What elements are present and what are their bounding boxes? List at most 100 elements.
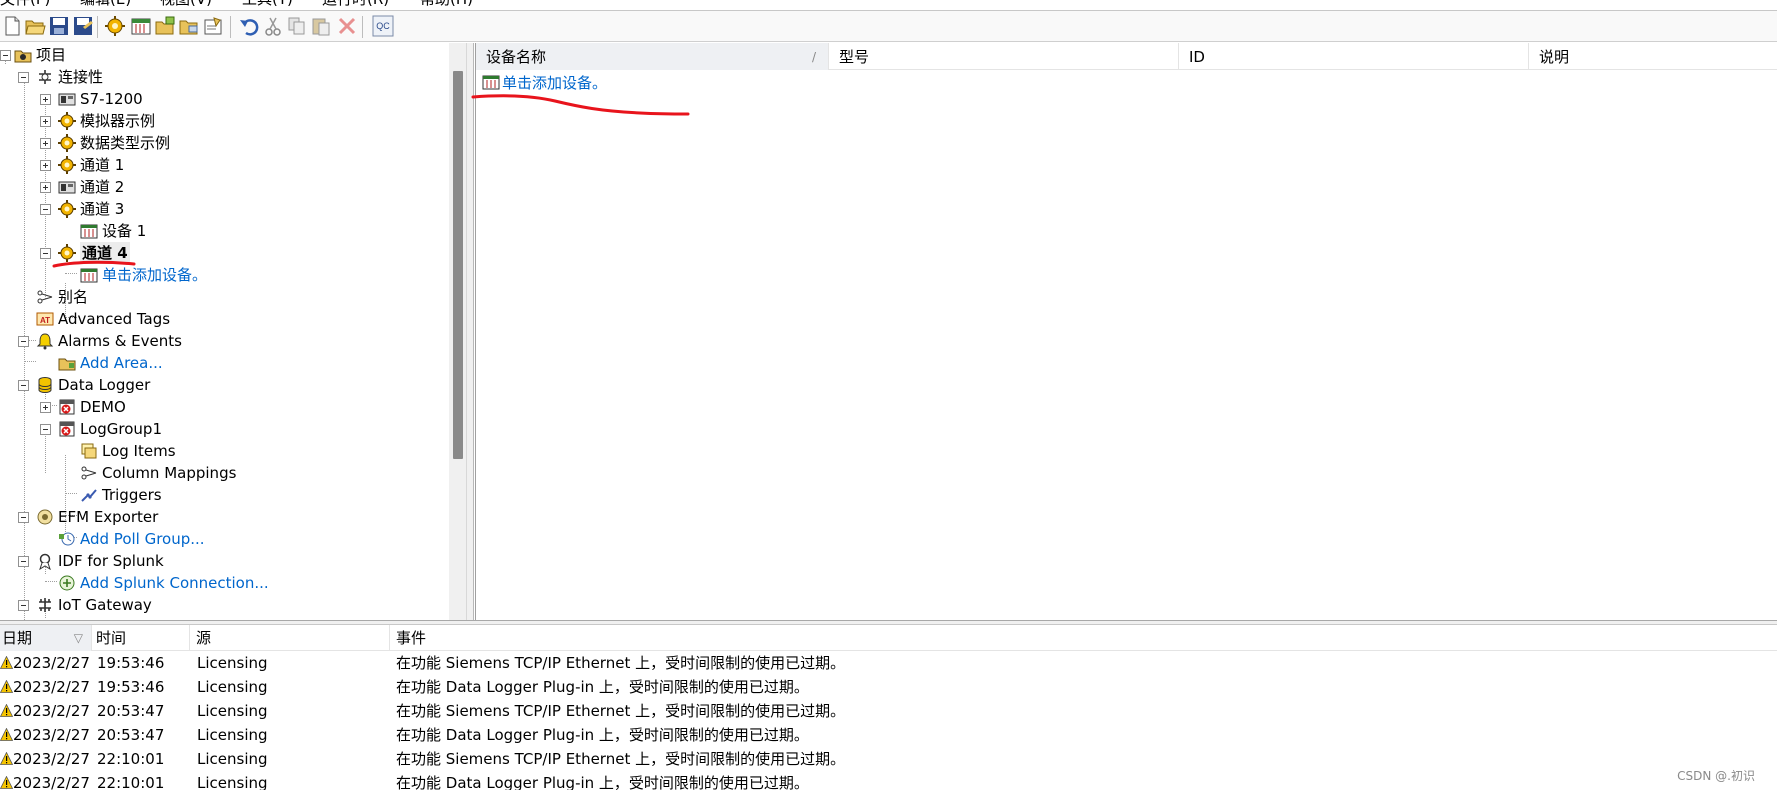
properties-icon[interactable]	[202, 15, 224, 37]
mapping-icon	[80, 464, 98, 482]
tree-node-add-area[interactable]: Add Area...	[0, 352, 440, 374]
collapse-toggle[interactable]	[18, 72, 29, 83]
tree-node-connectivity[interactable]: 连接性	[0, 66, 440, 88]
tree-node-channel[interactable]: 通道 1	[0, 154, 440, 176]
tree-node-channel[interactable]: S7-1200	[0, 88, 440, 110]
delete-icon[interactable]	[336, 15, 358, 37]
expand-toggle[interactable]	[40, 94, 51, 105]
sort-indicator-icon: ▽	[73, 631, 83, 645]
tree-node-triggers[interactable]: Triggers	[0, 484, 440, 506]
tree-node-alarms[interactable]: Alarms & Events	[0, 330, 440, 352]
table-row[interactable]: 2023/2/27 19:53:46 Licensing 在功能 Siemens…	[0, 651, 1777, 675]
collapse-toggle[interactable]	[18, 512, 29, 523]
menu-runtime[interactable]: 运行时(R)	[322, 0, 389, 9]
column-header-description[interactable]: 说明	[1529, 43, 1777, 70]
column-header-model[interactable]: 型号	[829, 43, 1179, 70]
toolbar-separator	[230, 16, 231, 38]
tree-node-add-splunk[interactable]: Add Splunk Connection...	[0, 572, 440, 594]
expand-toggle[interactable]	[40, 402, 51, 413]
tree-scrollbar-thumb[interactable]	[453, 71, 463, 459]
new-file-icon[interactable]	[1, 15, 23, 37]
undo-icon[interactable]	[238, 15, 260, 37]
add-area-icon	[58, 354, 76, 372]
tree-node-add-device[interactable]: 单击添加设备。	[0, 264, 440, 286]
menu-edit[interactable]: 编辑(E)	[80, 0, 131, 9]
tree-node-idf-splunk[interactable]: IDF for Splunk	[0, 550, 440, 572]
tree-node-iot-gateway[interactable]: IoT Gateway	[0, 594, 440, 616]
tree-node-log-group[interactable]: DEMO	[0, 396, 440, 418]
advanced-tags-icon: AT	[36, 310, 54, 328]
detail-add-device-link[interactable]: 单击添加设备。	[482, 72, 607, 94]
table-row[interactable]: 2023/2/27 20:53:47 Licensing 在功能 Siemens…	[0, 699, 1777, 723]
table-row[interactable]: 2023/2/27 22:10:01 Licensing 在功能 Data Lo…	[0, 771, 1777, 790]
efm-exporter-icon	[36, 508, 54, 526]
tree-node-channel[interactable]: 通道 2	[0, 176, 440, 198]
vertical-splitter[interactable]	[466, 43, 474, 620]
gear-channel-icon	[58, 244, 76, 262]
new-tag-group-icon[interactable]	[154, 15, 176, 37]
tree-node-log-items[interactable]: Log Items	[0, 440, 440, 462]
tree-node-add-poll-group[interactable]: Add Poll Group...	[0, 528, 440, 550]
tree-node-channel[interactable]: 数据类型示例	[0, 132, 440, 154]
save-icon[interactable]	[48, 15, 70, 37]
device-list-pane[interactable]: 设备名称 / 型号 ID 说明 单击添加设备。	[475, 43, 1777, 620]
save-as-icon[interactable]	[72, 15, 94, 37]
project-tree[interactable]: 项目 连接性 S7-1200 模拟器示例 数据类型示例 通道 1 通道 2 通道…	[0, 43, 466, 620]
tree-node-data-logger[interactable]: Data Logger	[0, 374, 440, 396]
menu-tools[interactable]: 工具(T)	[242, 0, 293, 9]
svg-text:AT: AT	[40, 316, 50, 325]
cut-icon[interactable]	[262, 15, 284, 37]
toolbar-separator	[362, 16, 363, 38]
tree-node-channel-selected[interactable]: 通道 4	[0, 242, 440, 264]
tree-node-project[interactable]: 项目	[0, 44, 440, 66]
gear-channel-icon	[58, 112, 76, 130]
expand-toggle[interactable]	[40, 138, 51, 149]
collapse-toggle[interactable]	[18, 556, 29, 567]
tree-node-channel[interactable]: 通道 3	[0, 198, 440, 220]
toolbar-separator	[97, 16, 98, 38]
expand-toggle[interactable]	[40, 182, 51, 193]
watermark: CSDN @.初识	[1677, 769, 1755, 783]
table-row[interactable]: 2023/2/27 22:10:01 Licensing 在功能 Siemens…	[0, 747, 1777, 771]
column-header-date[interactable]: 日期 ▽	[0, 625, 92, 651]
tree-node-efm-exporter[interactable]: EFM Exporter	[0, 506, 440, 528]
warning-icon	[0, 680, 13, 693]
collapse-toggle[interactable]	[18, 380, 29, 391]
tree-node-device[interactable]: 设备 1	[0, 220, 440, 242]
expand-toggle[interactable]	[40, 116, 51, 127]
collapse-toggle[interactable]	[40, 204, 51, 215]
collapse-toggle[interactable]	[18, 600, 29, 611]
open-folder-icon[interactable]	[24, 15, 46, 37]
gear-channel-icon	[58, 200, 76, 218]
menu-view[interactable]: 视图(V)	[160, 0, 212, 9]
menu-help[interactable]: 帮助(H)	[420, 0, 473, 9]
tree-node-channel[interactable]: 模拟器示例	[0, 110, 440, 132]
tree-scrollbar[interactable]	[449, 43, 466, 620]
expand-toggle[interactable]	[40, 160, 51, 171]
quick-client-icon[interactable]: QC	[372, 15, 394, 37]
column-header-time[interactable]: 时间	[92, 625, 190, 651]
tree-node-alias[interactable]: 别名	[0, 286, 440, 308]
event-log[interactable]: 日期 ▽ 时间 源 事件 2023/2/27 19:53:46 Licensin…	[0, 625, 1777, 790]
new-folder-icon[interactable]	[178, 15, 200, 37]
column-header-event[interactable]: 事件	[390, 625, 1777, 651]
copy-icon[interactable]	[286, 15, 308, 37]
table-row[interactable]: 2023/2/27 20:53:47 Licensing 在功能 Data Lo…	[0, 723, 1777, 747]
column-header-source[interactable]: 源	[190, 625, 390, 651]
collapse-toggle[interactable]	[40, 248, 51, 259]
new-device-icon[interactable]	[130, 15, 152, 37]
column-header-id[interactable]: ID	[1179, 43, 1529, 70]
paste-icon[interactable]	[310, 15, 332, 37]
alias-icon	[36, 288, 54, 306]
collapse-toggle[interactable]	[40, 424, 51, 435]
new-channel-icon[interactable]	[104, 15, 126, 37]
tree-node-column-mappings[interactable]: Column Mappings	[0, 462, 440, 484]
tree-node-log-group[interactable]: LogGroup1	[0, 418, 440, 440]
collapse-toggle[interactable]	[18, 336, 29, 347]
column-header-device-name[interactable]: 设备名称 /	[476, 43, 829, 70]
collapse-toggle[interactable]	[0, 50, 11, 61]
toolbar: QC	[0, 11, 1777, 42]
tree-node-advanced-tags[interactable]: AT Advanced Tags	[0, 308, 440, 330]
table-row[interactable]: 2023/2/27 19:53:46 Licensing 在功能 Data Lo…	[0, 675, 1777, 699]
menu-file[interactable]: 文件(F)	[0, 0, 50, 9]
